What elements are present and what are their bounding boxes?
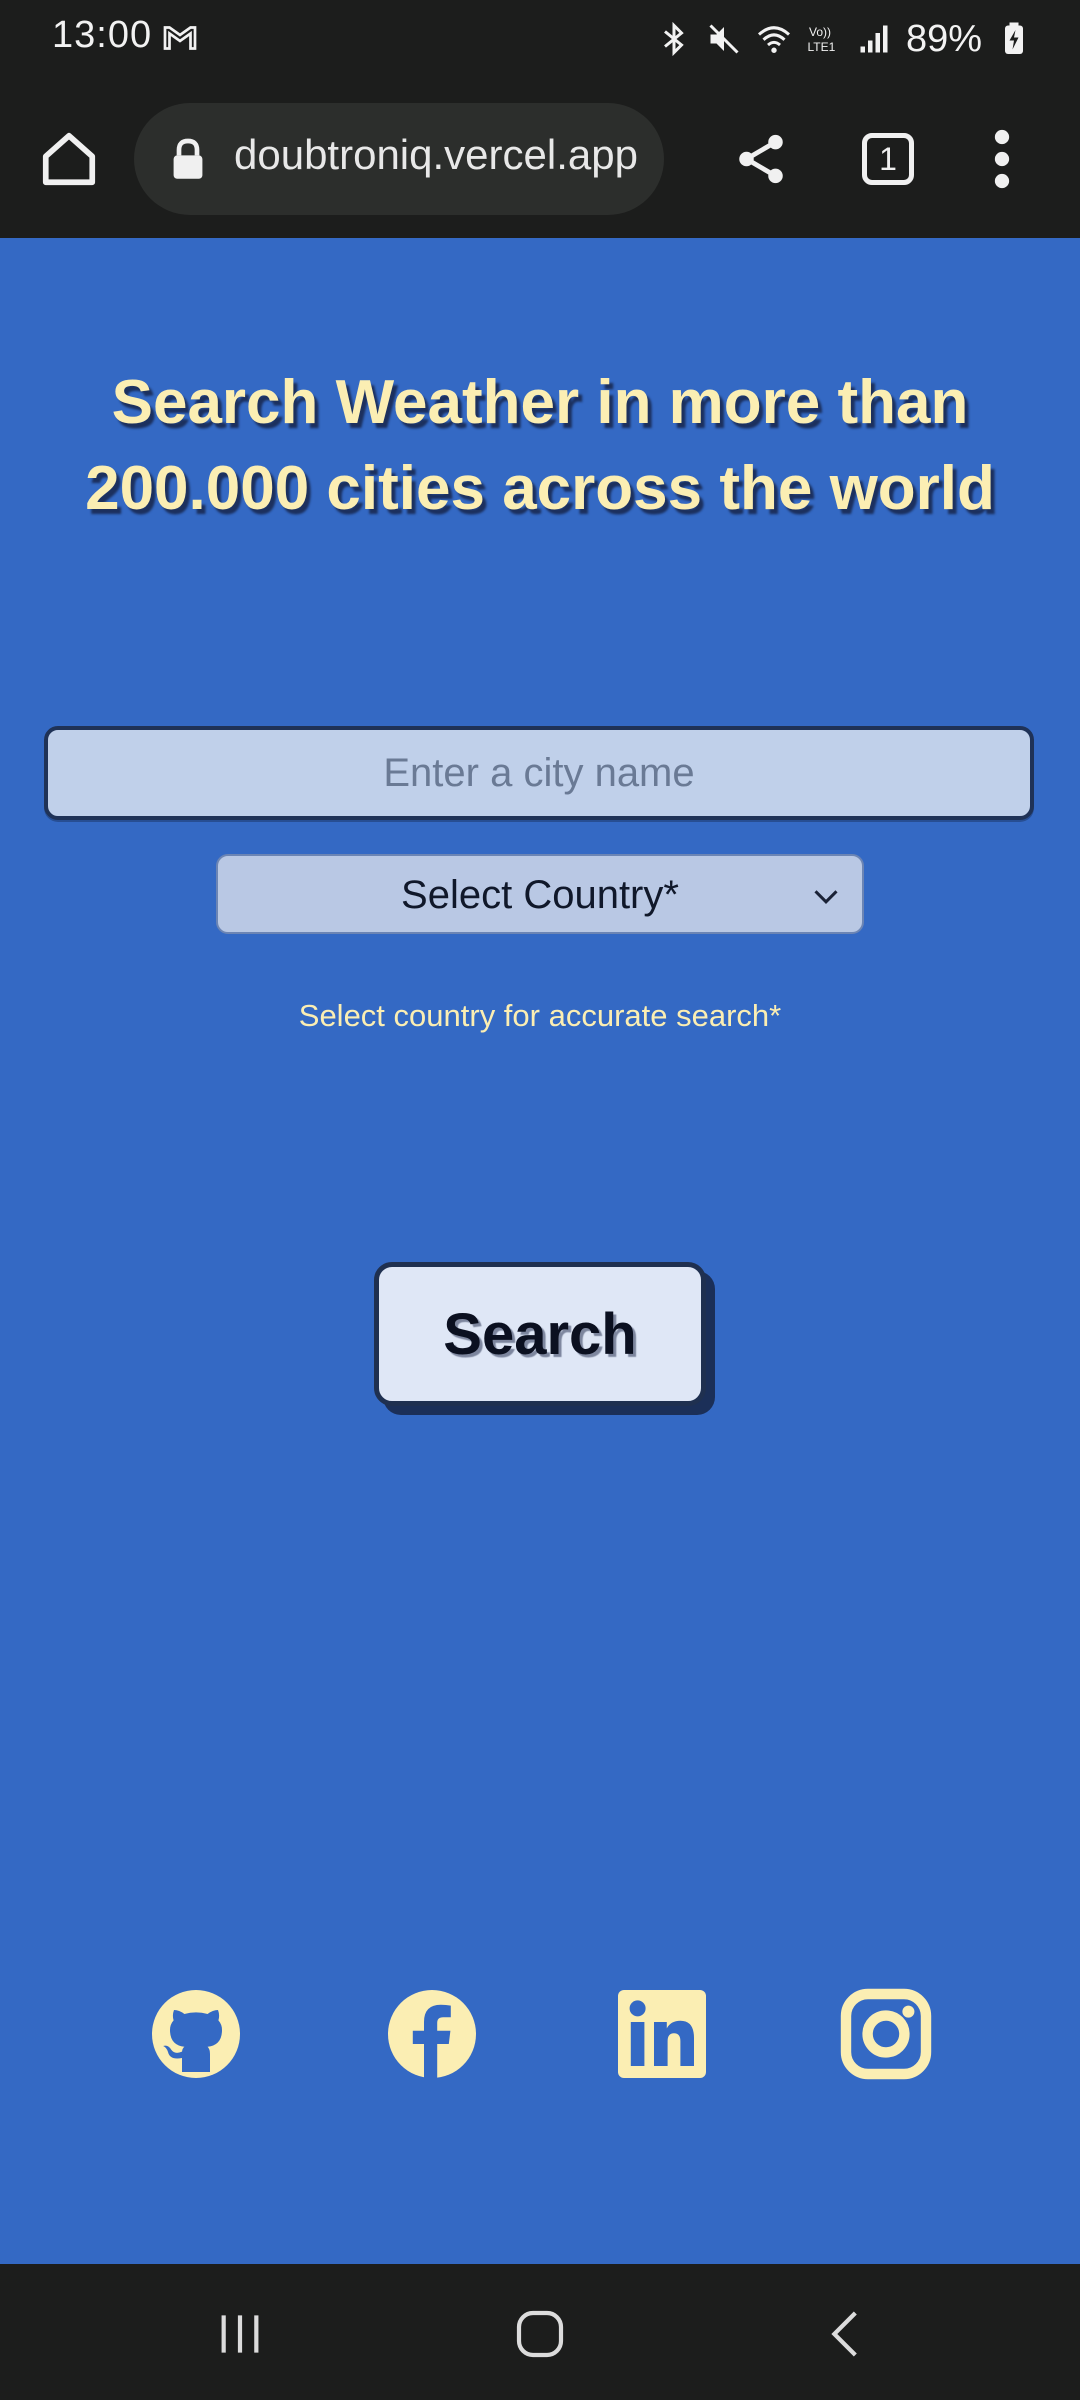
- home-icon[interactable]: [38, 128, 100, 190]
- weather-search-page: Search Weather in more than 200.000 citi…: [0, 238, 1080, 2264]
- more-options-icon[interactable]: [982, 126, 1022, 192]
- linkedin-icon: [618, 1990, 706, 2078]
- mute-icon: [709, 24, 739, 54]
- country-select-label: Select Country*: [401, 873, 679, 917]
- tab-switcher-button[interactable]: 1: [862, 133, 914, 185]
- battery-percent: 89%: [905, 17, 982, 60]
- github-icon: [152, 1990, 240, 2078]
- facebook-link[interactable]: [384, 1986, 480, 2082]
- share-icon[interactable]: [732, 130, 790, 188]
- browser-toolbar: doubtroniq.vercel.app 1: [0, 78, 1080, 238]
- instagram-icon: [840, 1988, 932, 2080]
- signal-icon: [860, 25, 888, 53]
- facebook-icon: [388, 1990, 476, 2078]
- address-bar[interactable]: doubtroniq.vercel.app: [134, 103, 664, 215]
- country-helper-text: Select country for accurate search*: [298, 998, 782, 1033]
- url-text[interactable]: doubtroniq.vercel.app: [234, 131, 646, 179]
- country-select[interactable]: Select Country*: [216, 854, 864, 934]
- status-bar: 13:00 Vo)) LTE1 89%: [0, 0, 1080, 78]
- svg-text:LTE1: LTE1: [807, 40, 835, 54]
- battery-charging-icon: [1005, 22, 1023, 54]
- recent-apps-icon[interactable]: [212, 2306, 268, 2362]
- bluetooth-icon: [663, 21, 684, 57]
- system-navigation-bar: [0, 2264, 1080, 2400]
- lock-icon: [173, 138, 203, 179]
- svg-text:Vo)): Vo)): [809, 25, 831, 39]
- home-nav-icon[interactable]: [512, 2306, 568, 2362]
- chevron-down-icon: [814, 890, 838, 904]
- github-link[interactable]: [148, 1986, 244, 2082]
- back-icon[interactable]: [818, 2306, 874, 2362]
- city-search-input[interactable]: [44, 726, 1034, 820]
- status-time: 13:00: [52, 14, 153, 56]
- linkedin-link[interactable]: [614, 1986, 710, 2082]
- page-title: Search Weather in more than 200.000 citi…: [85, 368, 995, 523]
- instagram-link[interactable]: [838, 1986, 934, 2082]
- search-button[interactable]: Search: [374, 1262, 706, 1406]
- volte-icon: Vo)) LTE1: [807, 25, 835, 54]
- wifi-icon: [757, 26, 790, 53]
- status-icons: Vo)) LTE1 89%: [656, 12, 1032, 66]
- gmail-icon: [163, 26, 197, 50]
